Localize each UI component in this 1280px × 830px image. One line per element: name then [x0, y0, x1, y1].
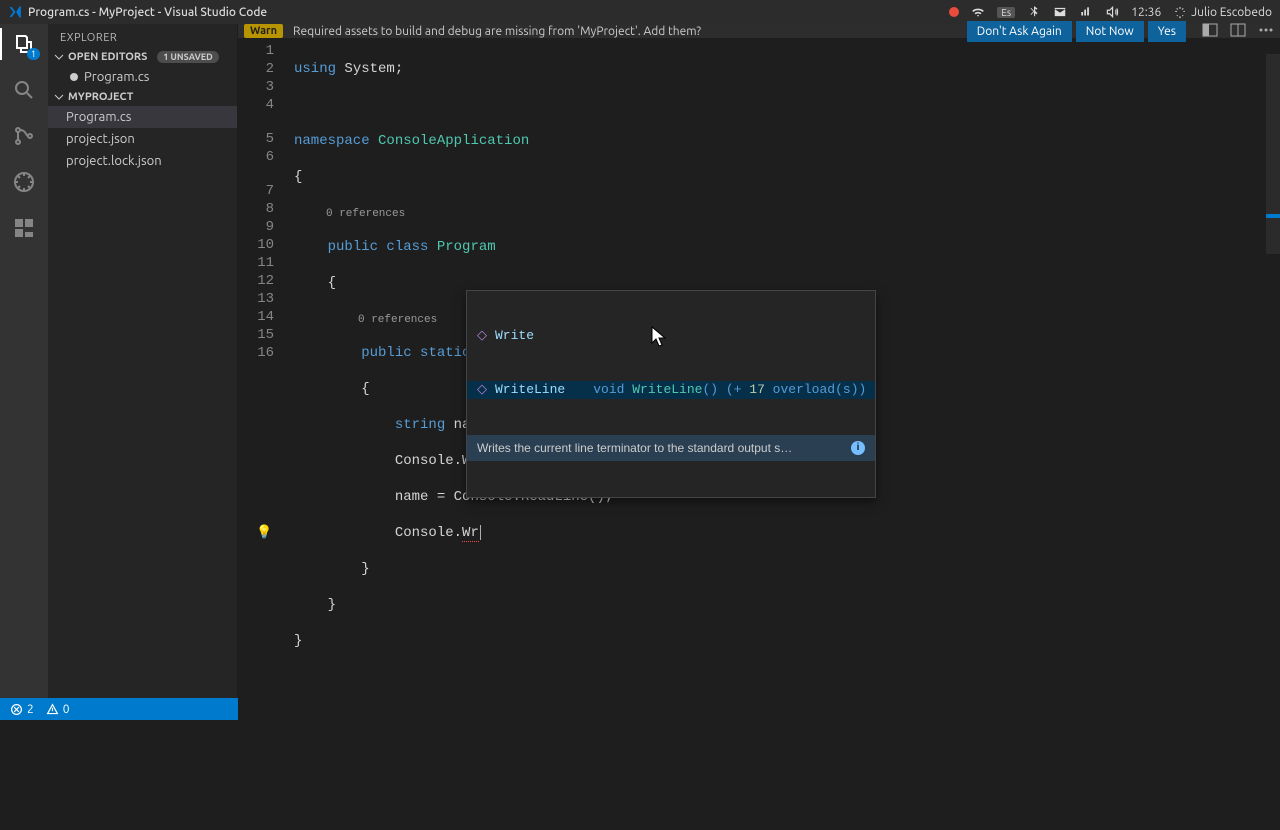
info-icon[interactable]: i [851, 441, 865, 455]
file-item[interactable]: project.json [48, 128, 237, 150]
volume-icon[interactable] [1105, 5, 1119, 19]
dirty-dot-icon [70, 73, 78, 81]
explorer-panel: EXPLORER OPEN EDITORS 1 UNSAVED Program.… [48, 24, 238, 698]
suggest-item-selected[interactable]: ◇ WriteLine void WriteLine() (+ 17 overl… [467, 381, 875, 399]
activity-git[interactable] [10, 122, 38, 150]
chevron-down-icon [54, 92, 64, 102]
wifi-icon[interactable] [971, 5, 985, 19]
method-icon: ◇ [477, 381, 487, 399]
open-editors-header[interactable]: OPEN EDITORS 1 UNSAVED [48, 48, 237, 66]
system-tray: Es 12:36 Julio Escobedo [949, 5, 1272, 19]
warn-tag: Warn [244, 24, 283, 38]
file-item[interactable]: Program.cs [48, 106, 237, 128]
line-gutter: 1 2 3 4 5 6 7 8 9 10 11 12 13 14 15 16 [238, 38, 286, 830]
network-icon[interactable] [1079, 5, 1093, 19]
chevron-down-icon [54, 52, 64, 62]
notification-bar: Warn Required assets to build and debug … [238, 24, 1280, 38]
vscode-icon [8, 5, 22, 19]
codelens-references[interactable]: 0 references [358, 314, 437, 326]
warning-icon [46, 703, 59, 716]
code-editor[interactable]: 1 2 3 4 5 6 7 8 9 10 11 12 13 14 15 16 u… [238, 38, 1280, 830]
activity-debug[interactable] [10, 168, 38, 196]
suggest-signature: void WriteLine() (+ 17 overload(s)) [593, 381, 866, 399]
window-title: Program.cs - MyProject - Visual Studio C… [28, 6, 267, 19]
error-icon [10, 703, 23, 716]
minimap-scrollbar[interactable] [1266, 54, 1280, 254]
suggest-doc: Writes the current line terminator to th… [467, 435, 875, 461]
bluetooth-icon[interactable] [1027, 5, 1041, 19]
status-warnings[interactable]: 0 [46, 703, 70, 716]
method-icon: ◇ [477, 327, 487, 345]
status-errors[interactable]: 2 [10, 703, 34, 716]
code-content[interactable]: using System; namespace ConsoleApplicati… [286, 38, 1280, 830]
suggest-item[interactable]: ◇ Write [467, 327, 875, 345]
project-header[interactable]: MYPROJECT [48, 88, 237, 106]
activity-explorer[interactable]: 1 [10, 30, 38, 58]
activity-bar: 1 [0, 24, 48, 698]
activity-search[interactable] [10, 76, 38, 104]
activity-extensions[interactable] [10, 214, 38, 242]
codelens-references[interactable]: 0 references [326, 208, 405, 220]
unsaved-badge: 1 UNSAVED [157, 51, 218, 63]
suggest-widget[interactable]: ◇ Write ◇ WriteLine void WriteLine() (+ … [466, 290, 876, 498]
keyboard-lang[interactable]: Es [997, 7, 1015, 18]
explorer-badge: 1 [27, 48, 40, 60]
scroll-marker-error [1266, 214, 1280, 218]
lightbulb-icon[interactable]: 💡 [256, 524, 272, 542]
text-caret [480, 525, 481, 540]
record-icon[interactable] [949, 7, 959, 17]
file-item[interactable]: project.lock.json [48, 150, 237, 172]
mail-icon[interactable] [1053, 5, 1067, 19]
editor-area: Warn Required assets to build and debug … [238, 24, 1280, 698]
explorer-title: EXPLORER [48, 24, 237, 48]
open-editor-item[interactable]: Program.cs [48, 66, 237, 88]
notification-message: Required assets to build and debug are m… [293, 25, 701, 38]
clock[interactable]: 12:36 [1131, 6, 1161, 19]
user-menu[interactable]: Julio Escobedo [1173, 5, 1272, 19]
